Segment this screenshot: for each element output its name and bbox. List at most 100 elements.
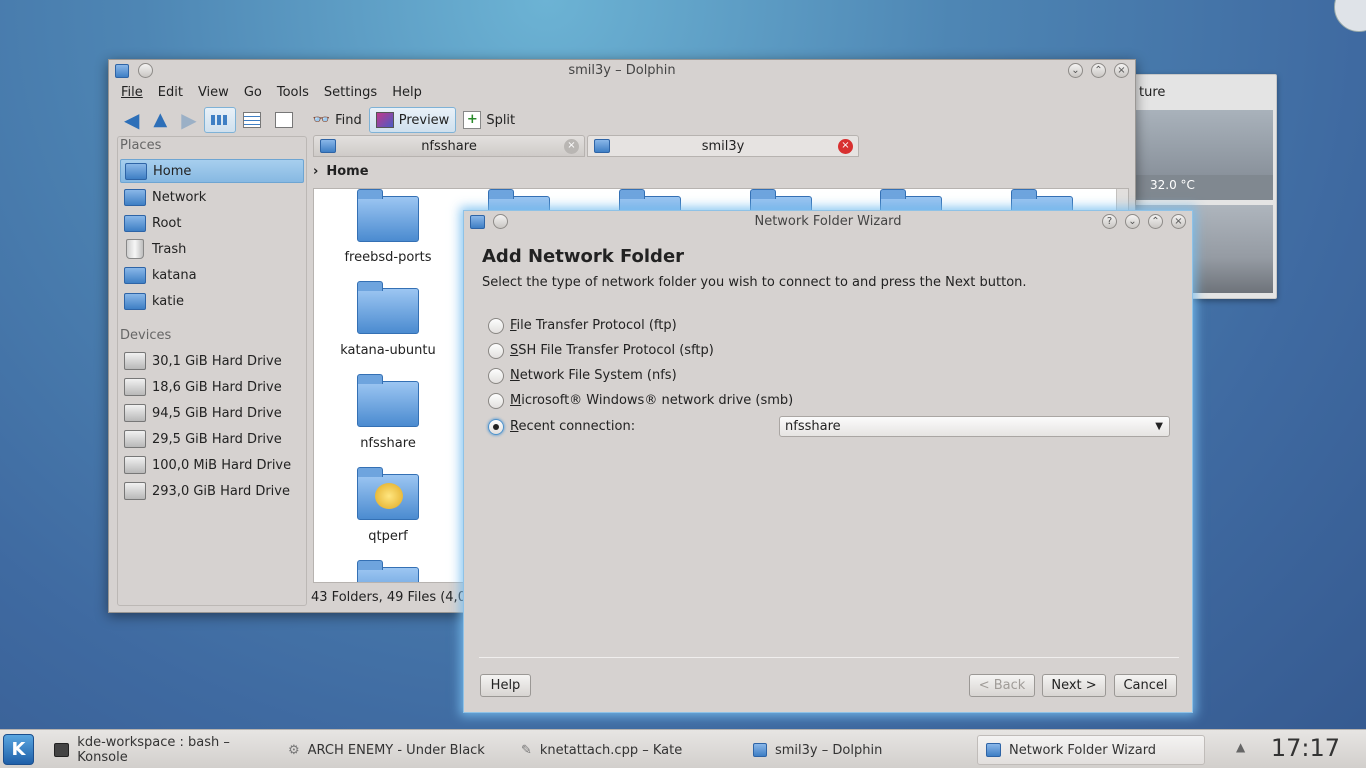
tab-nfsshare[interactable]: nfsshare × (313, 135, 585, 157)
kde-menu-button[interactable]: K (3, 734, 34, 765)
place-katana[interactable]: katana (120, 263, 304, 287)
device-item[interactable]: 100,0 MiB Hard Drive (120, 453, 304, 477)
close-icon[interactable]: × (1171, 214, 1186, 229)
system-tray-arrow-icon[interactable]: ▲ (1236, 740, 1245, 754)
recent-connection-select[interactable]: nfsshare ▼ (779, 416, 1170, 437)
menu-tools[interactable]: Tools (277, 84, 316, 104)
back-button[interactable]: ◀ (117, 107, 146, 133)
preview-label: Preview (398, 112, 450, 128)
next-button[interactable]: Next > (1042, 674, 1106, 697)
close-icon[interactable]: × (1114, 63, 1129, 78)
menubar: File Edit View Go Tools Settings Help (109, 84, 437, 104)
wizard-icon (986, 743, 1001, 757)
task-kate[interactable]: ✎ knetattach.cpp – Kate (513, 735, 741, 765)
clock[interactable]: 17:17 (1271, 734, 1340, 762)
up-button[interactable]: ▲ (146, 107, 174, 133)
device-item[interactable]: 18,6 GiB Hard Drive (120, 375, 304, 399)
menu-view[interactable]: View (198, 84, 236, 104)
wizard-separator (479, 657, 1179, 658)
task-dolphin[interactable]: smil3y – Dolphin (745, 735, 973, 765)
compact-view-button[interactable] (236, 107, 268, 133)
place-root[interactable]: Root (120, 211, 304, 235)
folder-icon[interactable] (357, 560, 419, 582)
help-button[interactable]: Help (480, 674, 531, 697)
wizard-instructions: Select the type of network folder you wi… (482, 275, 1027, 290)
rubber-duck-folder-icon[interactable] (357, 467, 419, 520)
network-folder-icon[interactable] (357, 374, 419, 427)
place-home[interactable]: Home (120, 159, 304, 183)
dolphin-icon (753, 743, 767, 757)
breadcrumb[interactable]: › Home (313, 164, 369, 179)
option-recent-label[interactable]: Recent connection: (510, 419, 635, 434)
radio-ftp[interactable] (488, 318, 504, 334)
plasma-toolbox[interactable] (1334, 0, 1366, 32)
maximize-icon[interactable]: ⌃ (1148, 214, 1163, 229)
task-konsole[interactable]: kde-workspace : bash – Konsole (46, 735, 274, 765)
device-item[interactable]: 29,5 GiB Hard Drive (120, 427, 304, 451)
place-network[interactable]: Network (120, 185, 304, 209)
help-question-icon[interactable]: ? (1102, 214, 1117, 229)
back-button[interactable]: < Back (969, 674, 1035, 697)
wizard-titlebar[interactable]: Network Folder Wizard ? ⌄ ⌃ × (464, 211, 1192, 233)
hard-drive-icon (124, 378, 146, 396)
window-menu-dot-icon[interactable] (138, 63, 153, 78)
window-menu-dot-icon[interactable] (493, 214, 508, 229)
wizard-app-icon[interactable] (470, 215, 485, 229)
tab-close-icon[interactable]: × (564, 139, 579, 154)
device-item[interactable]: 293,0 GiB Hard Drive (120, 479, 304, 503)
option-ftp-label[interactable]: File Transfer Protocol (ftp) (510, 318, 677, 333)
folder-label[interactable]: nfsshare (328, 436, 448, 451)
device-label: 18,6 GiB Hard Drive (152, 379, 282, 395)
menu-settings[interactable]: Settings (324, 84, 384, 104)
place-katie[interactable]: katie (120, 289, 304, 313)
option-nfs-label[interactable]: Network File System (nfs) (510, 368, 677, 383)
dolphin-titlebar[interactable]: smil3y – Dolphin ⌄ ⌃ × (109, 60, 1135, 82)
menu-file[interactable]: File (121, 84, 150, 104)
radio-smb[interactable] (488, 393, 504, 409)
preview-button[interactable]: Preview (368, 107, 457, 133)
place-trash[interactable]: Trash (120, 237, 304, 261)
minimize-icon[interactable]: ⌄ (1068, 63, 1083, 78)
minimize-icon[interactable]: ⌄ (1125, 214, 1140, 229)
places-panel: Places Home Network Root Trash katana ka… (117, 136, 307, 606)
tab-label: nfsshare (421, 139, 477, 154)
folder-label[interactable]: qtperf (328, 529, 448, 544)
folder-icon[interactable] (357, 189, 419, 242)
task-wizard[interactable]: Network Folder Wizard (977, 735, 1205, 765)
folder-label[interactable]: freebsd-ports (328, 250, 448, 265)
device-item[interactable]: 94,5 GiB Hard Drive (120, 401, 304, 425)
menu-help[interactable]: Help (392, 84, 429, 104)
tab-smil3y[interactable]: smil3y × (587, 135, 859, 157)
radio-sftp[interactable] (488, 343, 504, 359)
cancel-button[interactable]: Cancel (1114, 674, 1177, 697)
menu-go[interactable]: Go (244, 84, 269, 104)
folder-label[interactable]: katana-ubuntu (328, 343, 448, 358)
radio-recent[interactable] (488, 419, 504, 435)
place-label: katie (152, 293, 184, 309)
home-folder-icon (125, 162, 147, 180)
icons-view-button[interactable] (203, 107, 236, 133)
tab-bar: nfsshare × smil3y × (313, 135, 859, 157)
folder-icon (124, 266, 146, 284)
tab-close-icon[interactable]: × (838, 139, 853, 154)
hard-drive-icon (124, 430, 146, 448)
details-view-button[interactable] (268, 107, 300, 133)
place-label: Network (152, 189, 207, 205)
arrow-up-icon: ▲ (153, 109, 168, 130)
text-editor-icon: ✎ (521, 742, 532, 758)
dolphin-app-icon[interactable] (115, 64, 129, 78)
find-button[interactable]: 👓 Find (306, 107, 369, 133)
menu-edit[interactable]: Edit (158, 84, 190, 104)
preview-icon (375, 112, 394, 128)
option-sftp-label[interactable]: SSH File Transfer Protocol (sftp) (510, 343, 714, 358)
details-view-icon (274, 112, 293, 128)
forward-button[interactable]: ▶ (174, 107, 203, 133)
maximize-icon[interactable]: ⌃ (1091, 63, 1106, 78)
device-item[interactable]: 30,1 GiB Hard Drive (120, 349, 304, 373)
folder-icon[interactable] (357, 281, 419, 334)
place-label: Home (153, 163, 192, 179)
split-button[interactable]: + Split (456, 107, 522, 133)
radio-nfs[interactable] (488, 368, 504, 384)
option-smb-label[interactable]: Microsoft® Windows® network drive (smb) (510, 393, 793, 408)
task-music[interactable]: ⚙ ARCH ENEMY - Under Black (280, 735, 508, 765)
